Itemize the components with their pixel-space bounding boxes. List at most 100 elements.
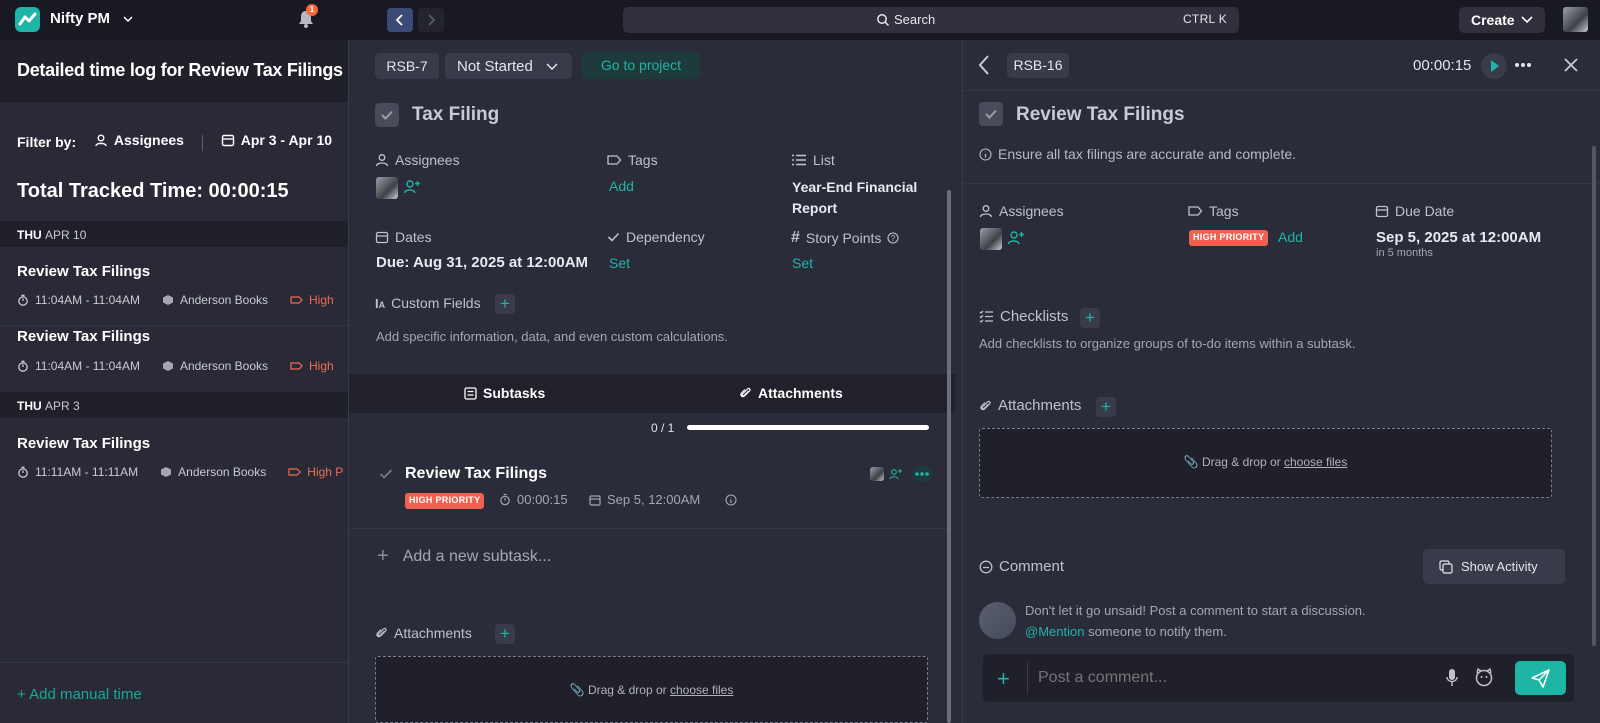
tab-attachments[interactable]: Attachments	[739, 385, 843, 401]
tag-icon	[607, 155, 622, 165]
filter-label: Filter by:	[17, 134, 77, 150]
close-icon[interactable]	[1563, 57, 1579, 73]
assignee-avatar[interactable]	[980, 228, 1002, 250]
add-manual-time-button[interactable]: + Add manual time	[17, 686, 142, 703]
time-entry-title[interactable]: Review Tax Filings	[17, 435, 150, 452]
choose-files-link[interactable]: choose files	[1284, 455, 1347, 469]
task-detail-panel: RSB-7 Not Started Go to project Tax Fili…	[348, 40, 962, 723]
list-label: List	[791, 152, 835, 168]
stopwatch-icon	[18, 294, 28, 306]
microphone-icon[interactable]	[1446, 668, 1458, 688]
subtask-complete-checkbox[interactable]	[379, 468, 393, 480]
task-title[interactable]: Tax Filing	[412, 104, 499, 126]
add-comment-attachment-icon[interactable]: +	[997, 666, 1010, 692]
priority-tag[interactable]: HIGH PRIORITY	[405, 493, 485, 509]
calendar-icon	[1375, 205, 1389, 218]
mention-link[interactable]: @Mention	[1025, 624, 1084, 639]
task-complete-checkbox[interactable]	[375, 103, 399, 127]
chevron-down-icon[interactable]	[122, 13, 134, 25]
add-attachment-button[interactable]: +	[495, 624, 515, 644]
add-assignee-icon[interactable]	[889, 468, 903, 480]
emoji-icon[interactable]	[1474, 667, 1494, 687]
subtask-timer: 00:00:15	[499, 492, 568, 507]
tag-icon	[290, 296, 303, 304]
top-bar: Nifty PM 1 Search CTRL K Create	[0, 0, 1600, 40]
filter-assignees[interactable]: Assignees	[94, 132, 184, 148]
workspace-name[interactable]: Nifty PM	[50, 10, 110, 27]
due-relative: in 5 months	[1376, 247, 1433, 259]
choose-files-link[interactable]: choose files	[670, 683, 733, 697]
scrollbar[interactable]	[947, 190, 951, 723]
assignee-avatar[interactable]	[376, 177, 398, 199]
scrollbar[interactable]	[1592, 146, 1596, 646]
add-tag-link[interactable]: Add	[609, 178, 634, 194]
user-icon	[979, 205, 993, 218]
attachment-dropzone[interactable]: 📎 Drag & drop or choose files	[375, 656, 928, 723]
add-tag-link[interactable]: Add	[1278, 229, 1303, 245]
comment-input[interactable]	[1038, 666, 1418, 690]
subtask-complete-checkbox[interactable]	[979, 102, 1003, 126]
due-date-value[interactable]: Sep 5, 2025 at 12:00AM	[1376, 229, 1541, 246]
users-icon	[95, 134, 107, 147]
dates-label: Dates	[375, 229, 432, 245]
nifty-logo-icon[interactable]	[15, 7, 40, 32]
help-icon[interactable]: ?	[887, 232, 899, 244]
subtask-title[interactable]: Review Tax Filings	[1016, 104, 1185, 126]
divider	[349, 528, 955, 529]
time-log-title: Detailed time log for Review Tax Filings	[17, 60, 343, 80]
task-tabs: Subtasks Attachments	[349, 374, 955, 413]
checklist-icon	[979, 310, 993, 323]
send-comment-button[interactable]	[1515, 661, 1566, 695]
priority-tag[interactable]: HIGH PRIORITY	[1189, 230, 1269, 246]
hash-icon: #	[791, 229, 800, 246]
time-entry-title[interactable]: Review Tax Filings	[17, 328, 150, 345]
set-story-points-link[interactable]: Set	[792, 255, 813, 271]
subtask-progress-bar	[687, 425, 929, 430]
time-entry-title[interactable]: Review Tax Filings	[17, 263, 150, 280]
add-assignee-icon[interactable]	[403, 179, 421, 195]
subtask-description[interactable]: Ensure all tax filings are accurate and …	[979, 146, 1296, 162]
attachment-dropzone[interactable]: 📎 Drag & drop or choose files	[979, 428, 1552, 498]
tab-subtasks[interactable]: Subtasks	[464, 385, 545, 401]
subtask-title[interactable]: Review Tax Filings	[405, 465, 547, 483]
plus-icon: +	[377, 545, 389, 567]
add-custom-field-button[interactable]: +	[495, 294, 515, 314]
add-assignee-icon[interactable]	[1007, 230, 1025, 246]
create-button[interactable]: Create	[1459, 7, 1545, 33]
dependency-label: Dependency	[607, 229, 705, 245]
time-entry-meta: 11:04AM - 11:04AM Anderson Books High	[17, 293, 334, 307]
add-checklist-button[interactable]: +	[1080, 308, 1100, 328]
day-header: THU APR 10	[0, 221, 348, 247]
due-date-value[interactable]: Due: Aug 31, 2025 at 12:00AM	[376, 254, 588, 271]
search-bar[interactable]: Search CTRL K	[623, 7, 1239, 33]
search-shortcut: CTRL K	[1182, 12, 1227, 26]
info-icon[interactable]	[725, 494, 737, 506]
play-timer-button[interactable]	[1481, 53, 1507, 79]
project-cube-icon	[161, 467, 172, 477]
add-subtask-button[interactable]: + Add a new subtask...	[377, 545, 551, 568]
list-value[interactable]: Year-End Financial Report	[792, 177, 942, 219]
user-avatar[interactable]	[1563, 7, 1588, 32]
task-id-badge[interactable]: RSB-7	[375, 53, 439, 79]
show-activity-button[interactable]: Show Activity	[1423, 549, 1565, 584]
status-dropdown[interactable]: Not Started	[445, 53, 572, 79]
attachments-label: Attachments	[375, 625, 472, 641]
go-to-project-button[interactable]: Go to project	[582, 51, 700, 79]
add-attachment-button[interactable]: +	[1096, 397, 1116, 417]
more-options-icon[interactable]	[1514, 62, 1532, 68]
assignees-label: Assignees	[375, 152, 460, 168]
divider	[963, 90, 1600, 91]
subtask-assignee-avatar[interactable]	[870, 467, 884, 481]
checklists-label: Checklists	[979, 308, 1068, 325]
back-arrow-icon[interactable]	[977, 54, 991, 76]
divider	[963, 183, 1600, 184]
notification-count-badge: 1	[306, 4, 318, 16]
check-icon	[607, 232, 620, 242]
set-dependency-link[interactable]: Set	[609, 255, 630, 271]
subtask-id-badge[interactable]: RSB-16	[1007, 53, 1069, 78]
back-button[interactable]	[387, 8, 413, 32]
time-entry-meta: 11:11AM - 11:11AM Anderson Books High P	[17, 465, 343, 479]
filter-date-range[interactable]: Apr 3 - Apr 10	[221, 132, 332, 148]
forward-button[interactable]	[418, 8, 444, 32]
more-options-icon[interactable]	[912, 466, 932, 482]
